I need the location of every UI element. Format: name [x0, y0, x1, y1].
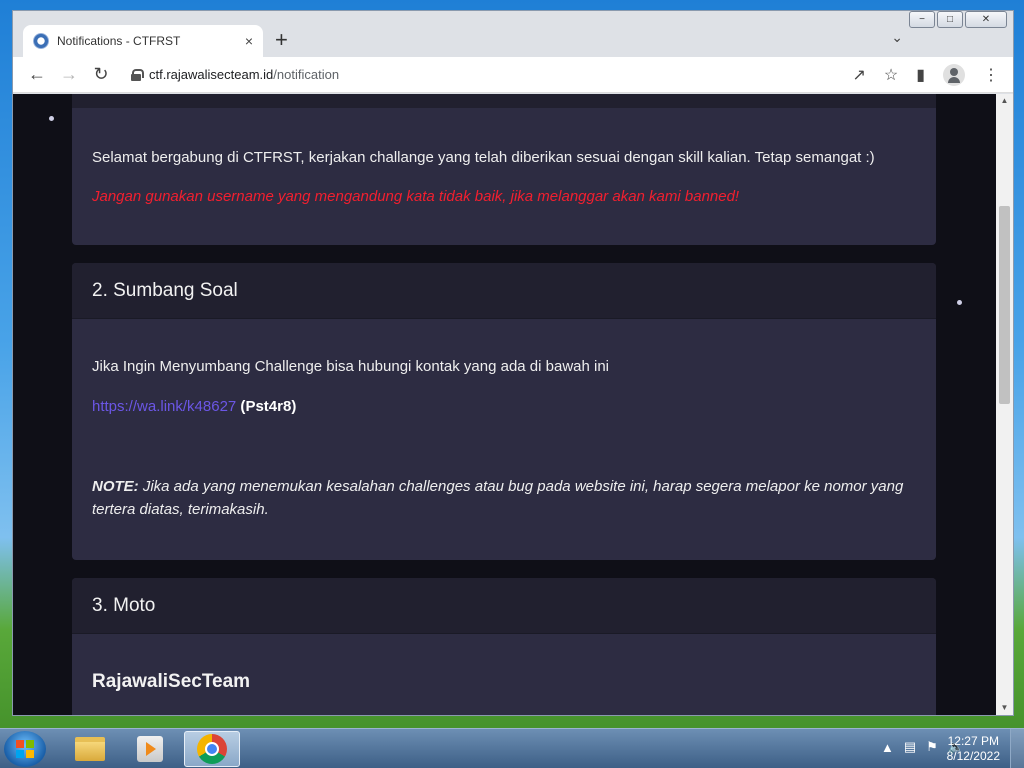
note-body: Jika ada yang menemukan kesalahan challe…: [92, 478, 904, 518]
windows-logo-icon: [16, 740, 34, 758]
network-icon[interactable]: ▤: [904, 739, 916, 755]
url-path: /notification: [273, 67, 340, 82]
toolbar-icons: ↗ ☆ ▮ ⋮: [852, 63, 999, 86]
back-button[interactable]: ←: [21, 64, 53, 85]
note-label: NOTE:: [92, 478, 139, 495]
welcome-text: Selamat bergabung di CTFRST, kerjakan ch…: [92, 149, 875, 166]
scrollbar-thumb[interactable]: [999, 206, 1010, 404]
paren-close: ): [291, 398, 297, 415]
scroll-up-arrow-icon[interactable]: ▲: [996, 94, 1013, 108]
side-panel-icon[interactable]: ▮: [916, 65, 925, 85]
profile-icon[interactable]: [943, 63, 965, 86]
clock[interactable]: 12:27 PM 8/12/2022: [947, 734, 1000, 764]
url-domain: ctf.rajawalisecteam.id: [149, 67, 274, 82]
taskbar-explorer[interactable]: [62, 731, 118, 767]
contact-line: https://wa.link/k48627 (Pst4r8): [92, 395, 916, 418]
address-bar[interactable]: ctf.rajawalisecteam.id/notification: [125, 61, 835, 89]
new-tab-button[interactable]: +: [275, 29, 288, 51]
taskbar: ▲ ▤ ⚑ 🔈 12:27 PM 8/12/2022: [0, 728, 1024, 768]
intro-text: Jika Ingin Menyumbang Challenge bisa hub…: [92, 358, 610, 375]
tray-expand-icon[interactable]: ▲: [881, 740, 894, 755]
card-title: 2. Sumbang Soal: [72, 263, 936, 319]
scroll-down-arrow-icon[interactable]: ▼: [996, 701, 1013, 715]
taskbar-chrome[interactable]: [184, 731, 240, 767]
clock-time: 12:27 PM: [947, 734, 999, 748]
chrome-icon: [197, 734, 227, 764]
bookmark-star-icon[interactable]: ☆: [884, 65, 898, 85]
maximize-button[interactable]: □: [937, 11, 963, 28]
taskbar-media-player[interactable]: [122, 731, 178, 767]
notification-card-3: 3. Moto RajawaliSecTeam: [72, 578, 936, 715]
minimize-button[interactable]: −: [909, 11, 935, 28]
media-player-icon: [137, 736, 163, 762]
share-icon[interactable]: ↗: [852, 65, 865, 85]
url-text[interactable]: ctf.rajawalisecteam.id/notification: [149, 67, 339, 82]
forward-button[interactable]: →: [53, 64, 85, 85]
reload-button[interactable]: ↻: [85, 64, 117, 85]
show-desktop-button[interactable]: [1010, 729, 1024, 768]
tab-notifications[interactable]: Notifications - CTFRST ×: [23, 25, 263, 57]
tab-search-button[interactable]: ⌄: [891, 29, 903, 46]
warning-text: Jangan gunakan username yang mengandung …: [92, 188, 740, 205]
card-title: 3. Moto: [72, 578, 936, 634]
browser-toolbar: ← → ↻ ctf.rajawalisecteam.id/notificatio…: [13, 57, 1013, 93]
start-button[interactable]: [4, 731, 46, 767]
notification-card-2: 2. Sumbang Soal Jika Ingin Menyumbang Ch…: [72, 263, 936, 560]
action-center-icon[interactable]: ⚑: [926, 739, 938, 755]
close-window-button[interactable]: ✕: [965, 11, 1007, 28]
note-text: NOTE: Jika ada yang menemukan kesalahan …: [92, 475, 916, 521]
folder-icon: [75, 737, 105, 761]
tab-title: Notifications - CTFRST: [57, 34, 181, 48]
background-star: [49, 116, 54, 121]
favicon-icon: [33, 33, 49, 49]
lock-icon[interactable]: [131, 68, 144, 81]
clock-date: 8/12/2022: [946, 749, 1000, 763]
whatsapp-link[interactable]: https://wa.link/k48627: [92, 398, 236, 415]
motto-text: RajawaliSecTeam: [92, 671, 251, 692]
background-star: [957, 300, 962, 305]
card-body: Selamat bergabung di CTFRST, kerjakan ch…: [72, 108, 936, 208]
tab-strip: Notifications - CTFRST × + ⌄ − □ ✕: [13, 11, 1013, 57]
contact-name: Pst4r8: [245, 398, 292, 415]
card-header-partial: [72, 94, 936, 108]
tab-close-icon[interactable]: ×: [245, 33, 253, 49]
browser-window: Notifications - CTFRST × + ⌄ − □ ✕ ← → ↻…: [12, 10, 1014, 716]
card-body: Jika Ingin Menyumbang Challenge bisa hub…: [72, 319, 936, 521]
page-scrollbar[interactable]: ▲ ▼: [996, 94, 1013, 715]
page-viewport: Selamat bergabung di CTFRST, kerjakan ch…: [13, 94, 997, 715]
window-controls: − □ ✕: [909, 11, 1007, 28]
notification-card-1: Selamat bergabung di CTFRST, kerjakan ch…: [72, 94, 936, 245]
menu-kebab-icon[interactable]: ⋮: [983, 65, 999, 85]
card-body: RajawaliSecTeam: [72, 634, 936, 693]
